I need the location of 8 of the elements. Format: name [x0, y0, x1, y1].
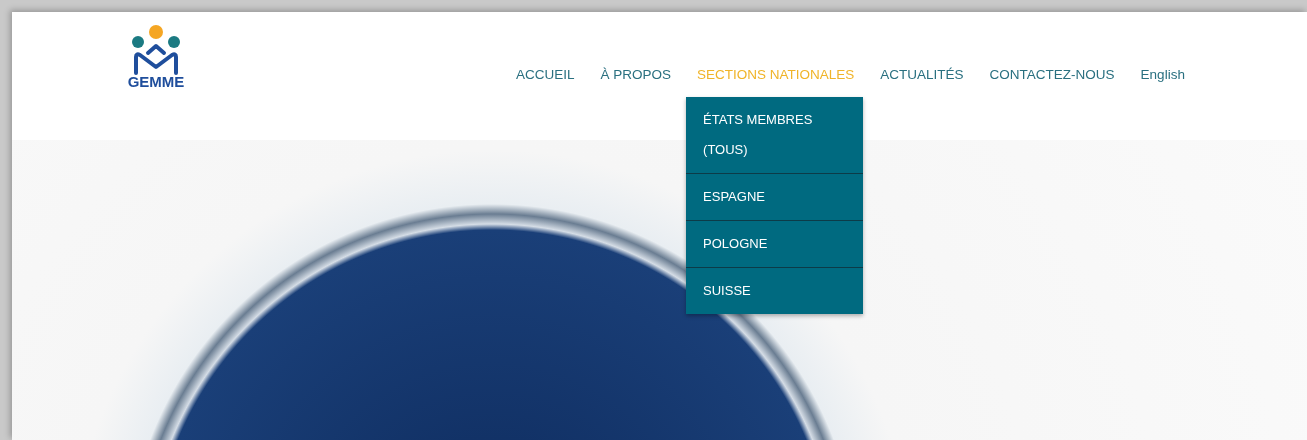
nav-link[interactable]: À PROPOS [600, 67, 672, 82]
logo-text: GEMME [127, 73, 185, 90]
logo-icon [130, 25, 182, 75]
nav-link[interactable]: CONTACTEZ-NOUS [989, 67, 1115, 82]
dropdown-item[interactable]: ÉTATS MEMBRES (TOUS) [686, 97, 864, 173]
nav-link[interactable]: ACCUEIL [516, 67, 575, 82]
nav-link[interactable]: ACTUALITÉS [880, 67, 964, 82]
nav-link[interactable]: English [1140, 67, 1185, 82]
